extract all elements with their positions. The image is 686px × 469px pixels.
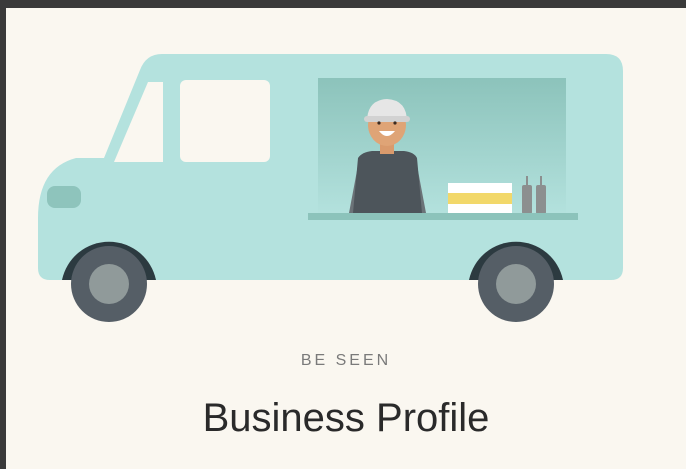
- counter-ledge: [308, 213, 578, 220]
- page-title: Business Profile: [202, 396, 490, 440]
- page-frame: BE SEEN Business Profile: [6, 8, 686, 469]
- food-stack: [448, 183, 512, 214]
- cab-side-window: [180, 80, 270, 162]
- section-eyebrow: BE SEEN: [300, 352, 392, 369]
- rear-wheel: [478, 246, 554, 322]
- headlight: [47, 186, 81, 208]
- food-truck-illustration: [38, 54, 623, 322]
- front-wheel: [71, 246, 147, 322]
